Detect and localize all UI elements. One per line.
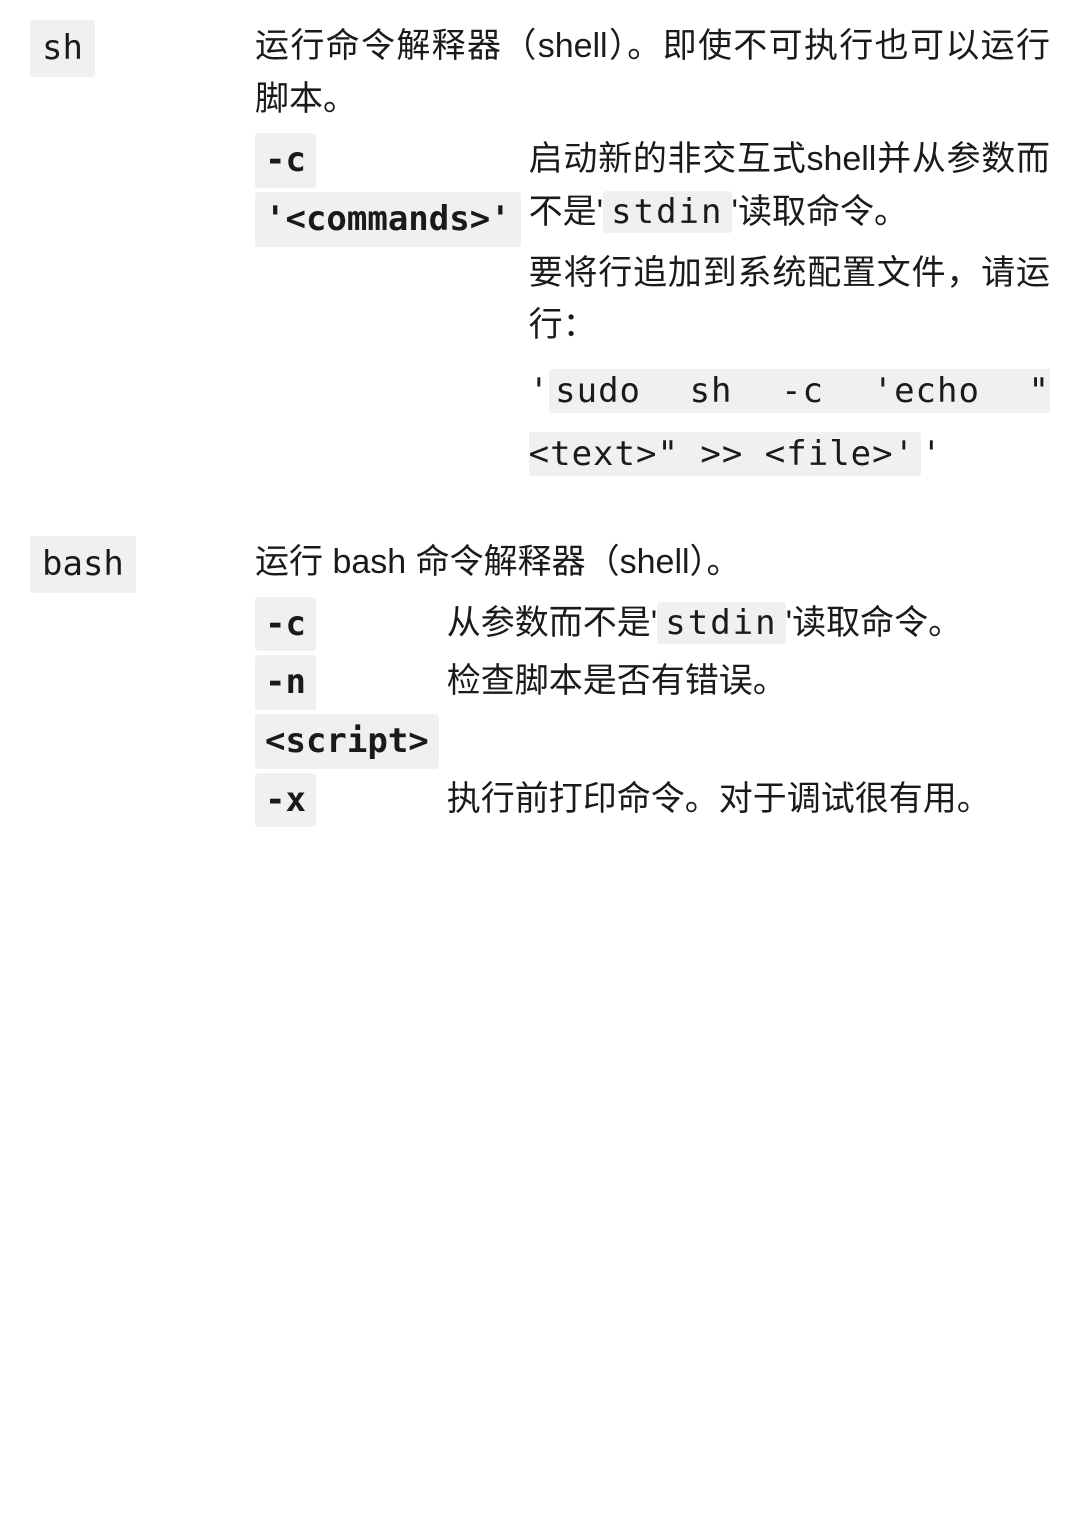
command-desc-cell: 运行命令解释器（shell）。即使不可执行也可以运行脚本。 -c '<comma…: [255, 20, 1050, 486]
option-row: -c 从参数而不是'stdin'读取命令。: [255, 597, 1050, 656]
option-row: -c '<commands>' 启动新的非交互式shell并从参数而不是'std…: [255, 133, 1050, 486]
quote: ': [529, 371, 549, 411]
option-flag: -x: [255, 773, 316, 828]
text-paragraph: 要将行追加到系统配置文件，请运行：: [529, 247, 1050, 352]
option-flag-cell: -n <script>: [255, 655, 447, 772]
command-name-cell: sh: [30, 20, 255, 486]
text-segment: '读取命令。: [732, 193, 909, 231]
command-name: bash: [30, 536, 136, 593]
option-flag-arg: <script>: [255, 714, 439, 769]
option-flag-arg: '<commands>': [255, 192, 521, 247]
inline-code: stdin: [603, 191, 731, 233]
option-description: 从参数而不是'stdin'读取命令。: [447, 597, 1050, 656]
command-name: sh: [30, 20, 95, 77]
command-description: 运行命令解释器（shell）。即使不可执行也可以运行脚本。: [255, 20, 1050, 125]
option-row: -n <script> 检查脚本是否有错误。: [255, 655, 1050, 772]
command-name-cell: bash: [30, 536, 255, 831]
code-example: 'sudo sh -c 'echo "<text>" >> <file>'': [529, 360, 1050, 486]
options-table: -c 从参数而不是'stdin'读取命令。 -n <script> 检查脚本是否…: [255, 597, 1050, 832]
option-flag: -c: [255, 133, 316, 188]
option-flag-cell: -x: [255, 773, 447, 832]
option-row: -x 执行前打印命令。对于调试很有用。: [255, 773, 1050, 832]
option-description: 启动新的非交互式shell并从参数而不是'stdin'读取命令。 要将行追加到系…: [529, 133, 1050, 486]
command-desc-cell: 运行 bash 命令解释器（shell）。 -c 从参数而不是'stdin'读取…: [255, 536, 1050, 831]
option-flag-cell: -c '<commands>': [255, 133, 529, 486]
option-flag: -c: [255, 597, 316, 652]
command-entry-sh: sh 运行命令解释器（shell）。即使不可执行也可以运行脚本。 -c '<co…: [30, 20, 1050, 486]
text-segment: 从参数而不是': [447, 604, 658, 642]
option-description: 检查脚本是否有错误。: [447, 655, 1050, 772]
text-segment: '读取命令。: [786, 604, 963, 642]
quote: ': [921, 434, 941, 474]
inline-code: stdin: [657, 602, 785, 644]
option-flag: -n: [255, 655, 316, 710]
command-description: 运行 bash 命令解释器（shell）。: [255, 536, 1050, 589]
option-flag-cell: -c: [255, 597, 447, 656]
command-entry-bash: bash 运行 bash 命令解释器（shell）。 -c 从参数而不是'std…: [30, 536, 1050, 831]
option-description: 执行前打印命令。对于调试很有用。: [447, 773, 1050, 832]
options-table: -c '<commands>' 启动新的非交互式shell并从参数而不是'std…: [255, 133, 1050, 486]
code-block: sudo sh -c 'echo "<text>" >> <file>': [529, 369, 1050, 476]
